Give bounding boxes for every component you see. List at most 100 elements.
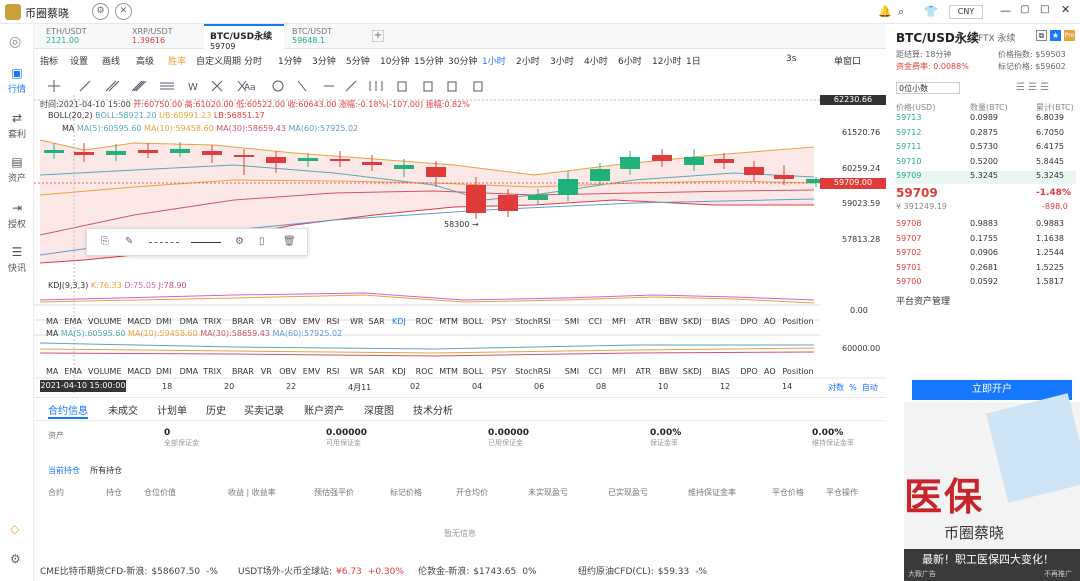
tab-xrp[interactable]: XRP/USDT 1.39616: [126, 24, 179, 49]
tab-btc-usdt[interactable]: BTC/USDT 59648.1: [286, 24, 338, 49]
shirt-icon[interactable]: 👕: [924, 5, 938, 18]
indicator-tab[interactable]: ATR: [636, 317, 651, 326]
bottom-tab[interactable]: 计划单: [157, 402, 187, 417]
indicator-tab[interactable]: EMV: [303, 367, 320, 376]
indicator-tab[interactable]: VOLUME: [88, 317, 122, 326]
toolbar-item[interactable]: 4小时: [584, 54, 608, 67]
bottom-tab[interactable]: 买卖记录: [244, 402, 284, 417]
subtab-current[interactable]: 当前持仓: [48, 466, 80, 475]
indicator-tab[interactable]: TRIX: [203, 367, 221, 376]
indicator-tab[interactable]: MFI: [612, 367, 626, 376]
indicator-tab[interactable]: SKDJ: [683, 317, 702, 326]
indicator-tab[interactable]: MA: [46, 367, 58, 376]
indicator-tab[interactable]: BBW: [659, 317, 678, 326]
indicator-tab[interactable]: MTM: [439, 317, 458, 326]
indicator-tab[interactable]: CCI: [588, 317, 602, 326]
star-icon[interactable]: ★: [1050, 30, 1061, 41]
indicator-tab[interactable]: PSY: [492, 317, 507, 326]
orderbook-row[interactable]: 59700 0.0592 1.5817: [896, 277, 1076, 290]
settings-icon[interactable]: ⚙: [92, 3, 109, 20]
indicator-tab[interactable]: RSI: [326, 317, 339, 326]
line-style-select[interactable]: [149, 242, 179, 243]
advertisement[interactable]: 医保 币圈蔡晓 最新！职工医保四大变化！ 大鞍广告 不再推广: [904, 393, 1080, 581]
indicator-tab[interactable]: DMA: [180, 367, 199, 376]
indicator-tab[interactable]: AO: [764, 317, 776, 326]
indicator-tab[interactable]: DMI: [156, 317, 171, 326]
orderbook-row[interactable]: 59713 0.0989 6.8039: [896, 113, 1076, 126]
sidebar-item-news[interactable]: ☰ 快讯: [0, 245, 34, 274]
indicator-tab[interactable]: AO: [764, 367, 776, 376]
indicator-tab[interactable]: TRIX: [203, 317, 221, 326]
gear-icon[interactable]: ⚙: [235, 236, 244, 247]
toolbar-item[interactable]: 1日: [686, 54, 701, 67]
indicator-tab[interactable]: ROC: [416, 367, 433, 376]
indicator-tab[interactable]: Position: [782, 367, 813, 376]
tab-btc-perp[interactable]: BTC/USD永续 59709: [204, 24, 284, 51]
bottom-tab[interactable]: 历史: [206, 402, 226, 417]
orderbook-row[interactable]: 59712 0.2875 6.7050: [896, 128, 1076, 141]
toolbar-item[interactable]: 画线: [102, 54, 120, 67]
toolbar-item[interactable]: 自定义周期: [196, 54, 241, 67]
orderbook-row[interactable]: 59709 5.3245 5.3245: [896, 171, 1076, 184]
copy-icon[interactable]: ⎘: [101, 236, 109, 247]
indicator-tab[interactable]: SMI: [565, 367, 579, 376]
toolbar-item[interactable]: 单窗口: [834, 54, 861, 67]
indicator-tab[interactable]: BIAS: [712, 367, 730, 376]
sidebar-item-authorize[interactable]: ⇥ 授权: [0, 201, 34, 230]
toolbar-item[interactable]: 6小时: [618, 54, 642, 67]
orderbook-row[interactable]: 59708 0.9883 0.9883: [896, 219, 1076, 232]
toolbar-item[interactable]: 胜率: [168, 54, 186, 67]
search-icon[interactable]: ⌕: [898, 5, 904, 19]
window-icon[interactable]: ▢: [1020, 4, 1029, 15]
toolbar-item[interactable]: 10分钟: [380, 54, 409, 67]
toolbar-item[interactable]: 3分钟: [312, 54, 336, 67]
indicator-tab[interactable]: EMA: [64, 367, 81, 376]
ticker-item[interactable]: 纽约原油CFD(CL): $59.33 -%: [578, 564, 707, 577]
bottom-tab[interactable]: 深度图: [364, 402, 394, 417]
indicator-tab[interactable]: KDJ: [392, 367, 406, 376]
close-circle-icon[interactable]: ✕: [115, 3, 132, 20]
toolbar-item[interactable]: 1小时: [482, 54, 506, 67]
indicator-tab[interactable]: BOLL: [463, 367, 484, 376]
orderbook-row[interactable]: 59710 0.5200 5.8445: [896, 157, 1076, 170]
toolbar-item[interactable]: 设置: [70, 54, 88, 67]
delete-icon[interactable]: 🗑: [283, 236, 296, 247]
toolbar-item[interactable]: 3s: [786, 54, 796, 64]
indicator-tab[interactable]: StochRSI: [515, 317, 551, 326]
pro-badge-icon[interactable]: Pro: [1064, 30, 1075, 41]
toolbar-item[interactable]: 高级: [136, 54, 154, 67]
toolbar-item[interactable]: 30分钟: [448, 54, 477, 67]
indicator-tab[interactable]: EMV: [303, 317, 320, 326]
currency-select[interactable]: CNY: [949, 5, 983, 19]
indicator-tab[interactable]: OBV: [279, 317, 296, 326]
toolbar-item[interactable]: 指标: [40, 54, 58, 67]
indicator-tab[interactable]: PSY: [492, 367, 507, 376]
toolbar-item[interactable]: 12小时: [652, 54, 681, 67]
minimize-icon[interactable]: —: [1000, 4, 1011, 17]
indicator-tab[interactable]: ROC: [416, 317, 433, 326]
indicator-tab[interactable]: BRAR: [232, 317, 254, 326]
indicator-tab[interactable]: MA: [46, 317, 58, 326]
indicator-tab[interactable]: MACD: [127, 367, 151, 376]
indicator-tab[interactable]: BRAR: [232, 367, 254, 376]
lock-icon[interactable]: ▯: [259, 236, 265, 247]
indicator-tab[interactable]: OBV: [279, 367, 296, 376]
add-tab-icon[interactable]: +: [372, 30, 384, 42]
axis-options[interactable]: 对数 % 自动: [828, 382, 878, 393]
indicator-tab[interactable]: MACD: [127, 317, 151, 326]
toolbar-item[interactable]: 5分钟: [346, 54, 370, 67]
globe-icon[interactable]: ◎: [9, 34, 21, 50]
bottom-tab[interactable]: 未成交: [108, 402, 138, 417]
indicator-tab[interactable]: SAR: [368, 317, 384, 326]
indicator-tab[interactable]: MTM: [439, 367, 458, 376]
asset-management-link[interactable]: 平台资产管理: [896, 294, 950, 307]
pen-icon[interactable]: ✎: [125, 236, 133, 247]
copy-icon[interactable]: ⧉: [1036, 30, 1047, 41]
indicator-tab[interactable]: SKDJ: [683, 367, 702, 376]
sidebar-item-arbitrage[interactable]: ⇄ 套利: [0, 111, 34, 140]
sidebar-item-assets[interactable]: ▤ 资产: [0, 155, 34, 184]
diamond-icon[interactable]: ◇: [10, 522, 19, 536]
close-icon[interactable]: ✕: [1061, 3, 1070, 16]
indicator-tab[interactable]: SAR: [368, 367, 384, 376]
tab-eth[interactable]: ETH/USDT 2121.00: [40, 24, 93, 49]
